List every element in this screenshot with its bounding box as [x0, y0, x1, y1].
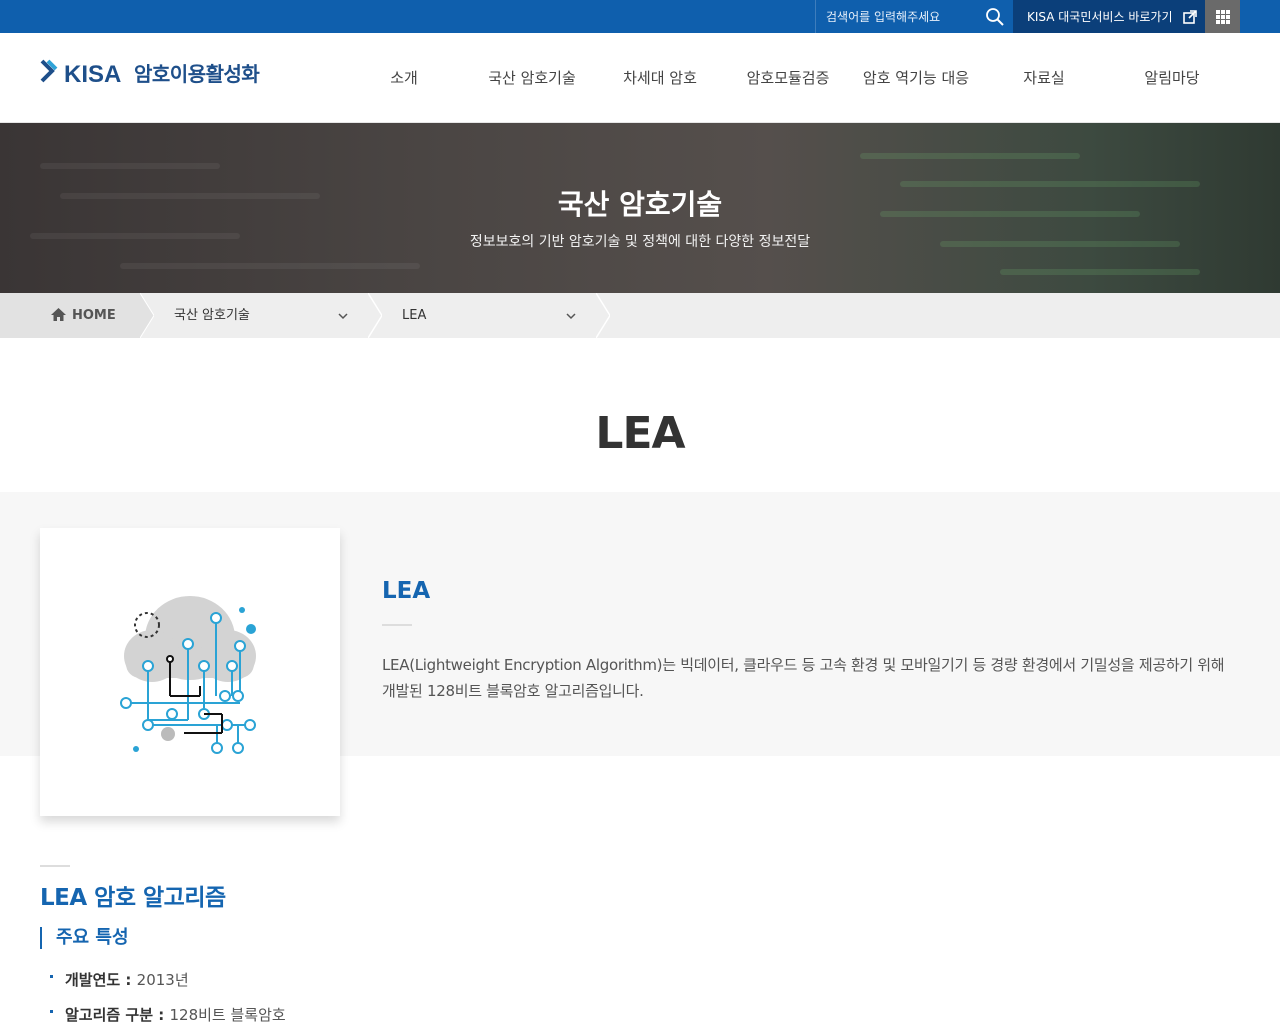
sitemap-grid-button[interactable]: [1205, 0, 1240, 33]
search-icon[interactable]: [984, 6, 1006, 28]
logo-subtitle: 암호이용활성화: [134, 61, 260, 86]
chevron-down-icon: [566, 313, 576, 320]
main-nav: 소개 국산 암호기술 차세대 암호 암호모듈검증 암호 역기능 대응 자료실 알…: [340, 33, 1240, 123]
hero-subtitle: 정보보호의 기반 암호기술 및 정책에 대한 다양한 정보전달: [469, 234, 811, 250]
feature-value: 128비트 블록암호: [169, 1006, 286, 1024]
kisa-service-link[interactable]: KISA 대국민서비스 바로가기: [1013, 0, 1205, 33]
section-subtitle: 주요 특성: [40, 927, 129, 949]
section-title: LEA 암호 알고리즘: [40, 885, 226, 911]
search-input[interactable]: [826, 6, 976, 27]
hero-title: 국산 암호기술: [557, 188, 723, 221]
breadcrumb-level1-label: 국산 암호기술: [174, 308, 250, 323]
nav-item-domestic-crypto[interactable]: 국산 암호기술: [468, 33, 596, 123]
kisa-service-link-label: KISA 대국민서비스 바로가기: [1027, 10, 1173, 24]
breadcrumb: HOME 국산 암호기술 LEA: [0, 293, 1280, 338]
nav-item-misuse-response[interactable]: 암호 역기능 대응: [852, 33, 980, 123]
nav-item-resources[interactable]: 자료실: [980, 33, 1108, 123]
feature-value: 2013년: [136, 971, 189, 989]
intro-illustration-card: [40, 528, 340, 816]
external-link-icon: [1183, 10, 1197, 24]
breadcrumb-separator-icon: [140, 293, 154, 338]
breadcrumb-level1-select[interactable]: 국산 암호기술: [174, 293, 354, 338]
page-title: LEA: [595, 408, 685, 459]
breadcrumb-home[interactable]: HOME: [0, 293, 140, 338]
logo-text: KISA: [64, 61, 121, 87]
grid-icon: [1216, 10, 1230, 24]
site-logo[interactable]: KISA 암호이용활성화: [40, 57, 260, 87]
kisa-logo-icon: KISA: [40, 59, 121, 87]
bullet-icon: [50, 1010, 53, 1013]
nav-item-next-gen-crypto[interactable]: 차세대 암호: [596, 33, 724, 123]
feature-item: 개발연도 : 2013년: [50, 969, 189, 990]
intro-text: LEA(Lightweight Encryption Algorithm)는 빅…: [382, 656, 1225, 700]
chevron-down-icon: [338, 313, 348, 320]
utility-bar: KISA 대국민서비스 바로가기: [0, 0, 1280, 33]
bullet-icon: [50, 975, 53, 978]
feature-label: 알고리즘 구분: [65, 1006, 154, 1024]
breadcrumb-home-label: HOME: [72, 308, 116, 323]
breadcrumb-level2-select[interactable]: LEA: [402, 293, 582, 338]
nav-item-module-validation[interactable]: 암호모듈검증: [724, 33, 852, 123]
section-divider: [40, 865, 70, 867]
intro-divider: [382, 624, 412, 626]
breadcrumb-separator-icon: [368, 293, 382, 338]
hero-banner: 국산 암호기술 정보보호의 기반 암호기술 및 정책에 대한 다양한 정보전달: [0, 123, 1280, 293]
nav-item-notice[interactable]: 알림마당: [1108, 33, 1236, 123]
search-box: [815, 0, 1013, 33]
feature-item: 알고리즘 구분 : 128비트 블록암호: [50, 1004, 286, 1024]
breadcrumb-separator-icon: [596, 293, 610, 338]
breadcrumb-level2-label: LEA: [402, 308, 427, 323]
cloud-network-icon: [120, 596, 256, 754]
nav-item-intro[interactable]: 소개: [340, 33, 468, 123]
home-icon: [51, 308, 66, 321]
feature-label: 개발연도: [65, 971, 121, 989]
intro-heading: LEA: [382, 578, 431, 604]
